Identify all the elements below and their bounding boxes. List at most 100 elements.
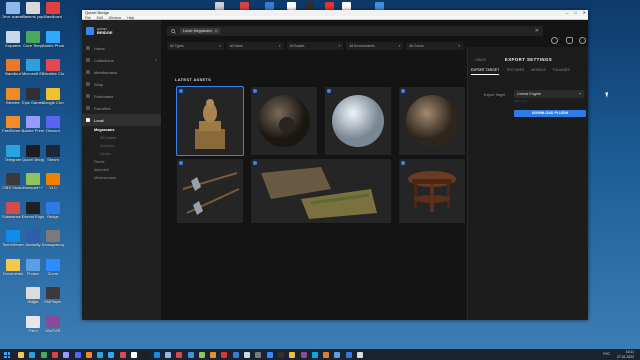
tab-models[interactable]: MODELS <box>531 68 545 75</box>
filter-colors[interactable]: All Colors <box>406 42 463 50</box>
desktop-shortcut[interactable]: Bridge <box>42 201 64 220</box>
desktop-shortcut[interactable]: Telegram <box>2 144 24 163</box>
desktop-shortcut[interactable]: Epic Games <box>22 87 44 106</box>
taskbar-app-icon[interactable] <box>210 352 217 358</box>
taskbar-app-icon[interactable] <box>198 352 205 358</box>
user-avatar-icon[interactable] <box>579 37 586 44</box>
asset-tile[interactable] <box>251 87 317 155</box>
desktop-shortcut[interactable]: Google Chrome <box>42 87 64 106</box>
search-clear-icon[interactable]: ✕ <box>535 28 539 34</box>
search-chip[interactable]: Local: Megascans × <box>180 28 221 34</box>
taskbar-app-icon[interactable] <box>18 352 24 358</box>
tab-textures[interactable]: TEXTURES <box>506 68 524 75</box>
filter-sizes[interactable]: All Sizes <box>226 42 284 50</box>
sidebar-item-shop[interactable]: Shop <box>82 78 161 90</box>
window-titlebar[interactable]: Quixel Bridge – □ ✕ <box>82 10 588 16</box>
sidebar-item-metahumans[interactable]: Metahumans <box>82 66 161 78</box>
desktop-shortcut[interactable] <box>240 2 249 10</box>
desktop-shortcut[interactable] <box>342 2 351 10</box>
taskbar-app-icon[interactable] <box>345 352 352 358</box>
desktop-shortcut[interactable]: Adobe Photoshop <box>42 30 64 49</box>
desktop-shortcut[interactable] <box>287 2 296 10</box>
taskbar-app-icon[interactable] <box>97 352 104 358</box>
desktop-shortcut[interactable]: Zoom <box>42 258 64 277</box>
asset-tile[interactable] <box>399 87 465 155</box>
taskbar-app-icon[interactable] <box>85 352 92 358</box>
taskbar-app-icon[interactable] <box>51 352 58 358</box>
desktop-shortcut[interactable]: Documents <box>2 258 24 277</box>
desktop-shortcut[interactable]: Adobe Premiere Pro <box>22 116 44 134</box>
taskbar-app-icon[interactable] <box>311 352 318 358</box>
windows-start-icon[interactable] <box>4 352 10 358</box>
taskbar-app-icon[interactable] <box>266 352 273 358</box>
filter-scales[interactable]: All Scales <box>286 42 344 50</box>
desktop-shortcut[interactable]: Core Temp <box>22 30 44 49</box>
taskbar-app-icon[interactable] <box>289 352 296 358</box>
sidebar-subitem[interactable]: Megascans <box>82 126 161 134</box>
desktop-shortcut[interactable]: WinRAR <box>42 315 64 334</box>
desktop-shortcut[interactable]: Blender <box>2 87 24 106</box>
sidebar-subitem[interactable]: 3D Assets <box>82 134 161 142</box>
tab-foliages[interactable]: FOLIAGES <box>553 68 570 75</box>
taskbar-app-icon[interactable] <box>40 352 47 358</box>
taskbar-app-icon[interactable] <box>277 352 284 358</box>
desktop-shortcut[interactable]: Корзина <box>2 30 24 49</box>
notification-icon[interactable] <box>566 37 573 44</box>
desktop-shortcut[interactable] <box>215 2 224 10</box>
taskbar-app-icon[interactable] <box>300 352 307 358</box>
desktop-shortcut[interactable]: Bandicut <box>2 59 24 77</box>
close-button[interactable]: ✕ <box>583 10 586 16</box>
sidebar-subitem[interactable]: Metahumans <box>82 174 161 182</box>
maximize-button[interactable]: □ <box>574 10 576 16</box>
taskbar-app-icon[interactable] <box>357 352 363 358</box>
asset-tile[interactable] <box>176 86 244 156</box>
search-bar[interactable]: Local: Megascans × ✕ <box>167 26 543 36</box>
taskbar-app-icon[interactable] <box>119 352 126 358</box>
desktop-shortcut[interactable]: Paint <box>22 315 44 334</box>
filter-environments[interactable]: All Environments <box>346 42 404 50</box>
desktop-shortcut[interactable]: Bandicam <box>42 2 64 20</box>
desktop-shortcut[interactable]: Discord <box>42 116 64 134</box>
taskbar-app-icon[interactable] <box>323 352 330 358</box>
taskbar-app-icon[interactable] <box>108 352 115 358</box>
taskbar-app-icon[interactable] <box>131 352 137 358</box>
taskbar-app-icon[interactable] <box>255 352 262 358</box>
asset-tile[interactable] <box>325 87 391 155</box>
taskbar-app-icon[interactable] <box>29 352 36 358</box>
desktop-shortcut[interactable]: Панель управления <box>22 2 44 20</box>
sidebar-subitem[interactable]: Decals <box>82 150 161 158</box>
desktop-shortcut[interactable]: Unreal Engine <box>22 201 44 220</box>
learn-more-link[interactable]: Learn more <box>514 100 527 103</box>
desktop-shortcut[interactable] <box>305 2 314 10</box>
sidebar-subitem[interactable]: Plants <box>82 158 161 166</box>
export-target-select[interactable]: Unreal Engine <box>514 90 584 98</box>
desktop-shortcut[interactable]: Этот компьютер <box>2 2 24 20</box>
asset-tile[interactable] <box>251 159 391 223</box>
sidebar-subitem[interactable]: Surfaces <box>82 142 161 150</box>
desktop-shortcut[interactable]: Substance Painter <box>2 201 24 220</box>
menu-edit[interactable]: Edit <box>97 16 103 20</box>
desktop-shortcut[interactable] <box>375 2 384 10</box>
taskbar-app-icon[interactable] <box>187 352 194 358</box>
taskbar-app-icon[interactable] <box>176 352 183 358</box>
bridge-logo[interactable]: QUIXEL BRIDGE <box>82 20 161 42</box>
tab-export-target[interactable]: EXPORT TARGET <box>471 68 500 75</box>
desktop-shortcut[interactable]: Audacity <box>22 230 44 248</box>
taskbar-app-icon[interactable] <box>221 352 228 358</box>
taskbar-app-icon[interactable] <box>153 352 160 358</box>
desktop-shortcut[interactable]: Quixel Bridge <box>22 144 44 163</box>
download-icon[interactable] <box>551 37 558 44</box>
taskbar-app-icon[interactable] <box>74 352 81 358</box>
sidebar-item-home[interactable]: Home <box>82 42 161 54</box>
taskbar-app-icon[interactable] <box>232 352 239 358</box>
sidebar-item-local[interactable]: Local <box>82 114 161 126</box>
menu-help[interactable]: Help <box>127 16 134 20</box>
desktop-shortcut[interactable]: TeamViewer <box>2 230 24 248</box>
desktop-shortcut[interactable]: Калькулятор <box>42 230 64 248</box>
taskbar-app-icon[interactable] <box>334 352 341 358</box>
taskbar-app-icon[interactable] <box>244 352 250 358</box>
sidebar-item-favorites[interactable]: Favorites <box>82 102 161 114</box>
desktop-shortcut[interactable]: 7-Zip <box>22 287 44 305</box>
desktop-shortcut[interactable]: FastStone Capture <box>2 116 24 134</box>
desktop-shortcut[interactable]: Microsoft Edge <box>22 59 44 77</box>
